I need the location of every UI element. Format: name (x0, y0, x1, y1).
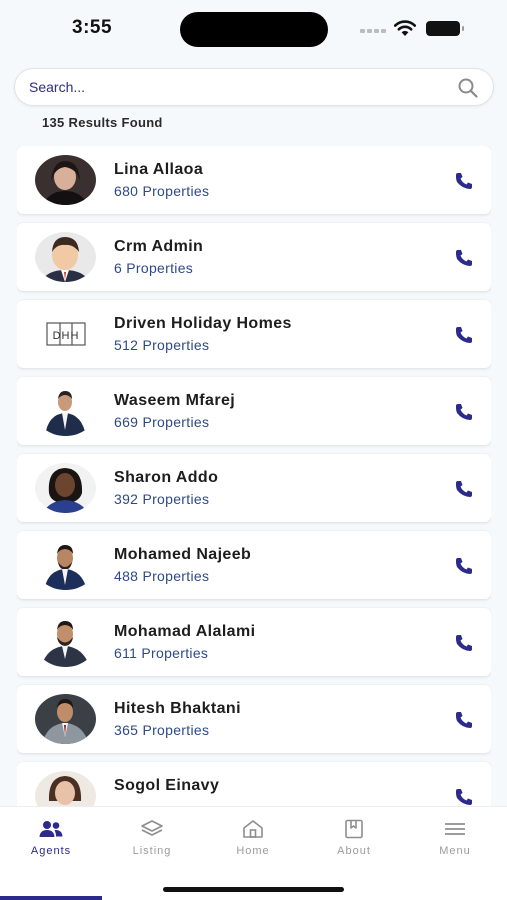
dynamic-island (180, 12, 328, 47)
avatar (35, 386, 96, 436)
agent-card[interactable]: Sharon Addo 392 Properties (17, 454, 491, 522)
agent-properties: 669 Properties (114, 414, 210, 430)
avatar (35, 617, 96, 667)
search-bar (14, 68, 494, 106)
agent-card[interactable]: Waseem Mfarej 669 Properties (17, 377, 491, 445)
avatar (35, 155, 96, 205)
results-count: 135 Results Found (42, 115, 163, 130)
agent-name: Sharon Addo (114, 469, 219, 486)
phone-icon[interactable] (454, 556, 474, 576)
nav-item-home[interactable]: Home (213, 819, 293, 857)
phone-icon[interactable] (454, 710, 474, 730)
layers-icon (141, 820, 163, 836)
home-indicator (163, 887, 344, 892)
search-icon[interactable] (457, 77, 479, 99)
agent-card[interactable]: Sogol Einavy (17, 762, 491, 806)
company-logo: DHH (35, 309, 96, 359)
menu-icon (445, 823, 465, 835)
agent-properties: 392 Properties (114, 491, 210, 507)
agent-name: Waseem Mfarej (114, 392, 236, 409)
nav-label: Agents (30, 845, 72, 857)
agent-card[interactable]: Mohamad Alalami 611 Properties (17, 608, 491, 676)
phone-icon[interactable] (454, 479, 474, 499)
people-icon (39, 821, 63, 837)
wifi-icon (393, 20, 417, 36)
agent-card[interactable]: Hitesh Bhaktani 365 Properties (17, 685, 491, 753)
avatar (35, 463, 96, 513)
agent-properties: 365 Properties (114, 722, 210, 738)
nav-label: About (337, 845, 371, 857)
agent-name: Mohamad Alalami (114, 623, 256, 640)
agent-list: Lina Allaoa 680 Properties Crm Admin 6 P… (17, 146, 491, 806)
bottom-nav: Agents Listing Home About Menu (0, 806, 507, 900)
nav-label: Home (236, 845, 270, 857)
agent-properties: 680 Properties (114, 183, 210, 199)
agent-name: Lina Allaoa (114, 161, 204, 178)
cellular-signal-icon (360, 29, 386, 35)
agent-properties: 512 Properties (114, 337, 210, 353)
phone-icon[interactable] (454, 325, 474, 345)
agent-name: Sogol Einavy (114, 777, 220, 794)
book-icon (345, 819, 363, 839)
nav-item-agents[interactable]: Agents (11, 819, 91, 857)
nav-item-listing[interactable]: Listing (112, 819, 192, 857)
agent-card[interactable]: DHH Driven Holiday Homes 512 Properties (17, 300, 491, 368)
search-input[interactable] (29, 69, 449, 105)
avatar (35, 540, 96, 590)
status-time: 3:55 (72, 17, 113, 38)
phone-icon[interactable] (454, 633, 474, 653)
agent-properties: 488 Properties (114, 568, 210, 584)
nav-label: Menu (439, 845, 471, 857)
agent-properties: 611 Properties (114, 645, 209, 661)
agent-name: Hitesh Bhaktani (114, 700, 241, 717)
agent-card[interactable]: Lina Allaoa 680 Properties (17, 146, 491, 214)
nav-item-menu[interactable]: Menu (415, 819, 495, 857)
home-icon (243, 820, 263, 838)
nav-item-about[interactable]: About (314, 819, 394, 857)
agent-name: Crm Admin (114, 238, 204, 255)
agent-name: Driven Holiday Homes (114, 315, 292, 332)
logo-text: DHH (53, 330, 80, 342)
avatar (35, 232, 96, 282)
agent-card[interactable]: Crm Admin 6 Properties (17, 223, 491, 291)
phone-icon[interactable] (454, 248, 474, 268)
active-tab-indicator (0, 896, 102, 900)
agent-name: Mohamed Najeeb (114, 546, 252, 563)
status-bar: 3:55 (0, 0, 507, 58)
phone-icon[interactable] (454, 787, 474, 806)
nav-label: Listing (132, 845, 172, 857)
agent-properties: 6 Properties (114, 260, 194, 276)
battery-icon (426, 21, 464, 36)
avatar (35, 694, 96, 744)
phone-icon[interactable] (454, 402, 474, 422)
agent-card[interactable]: Mohamed Najeeb 488 Properties (17, 531, 491, 599)
phone-icon[interactable] (454, 171, 474, 191)
avatar (35, 771, 96, 806)
